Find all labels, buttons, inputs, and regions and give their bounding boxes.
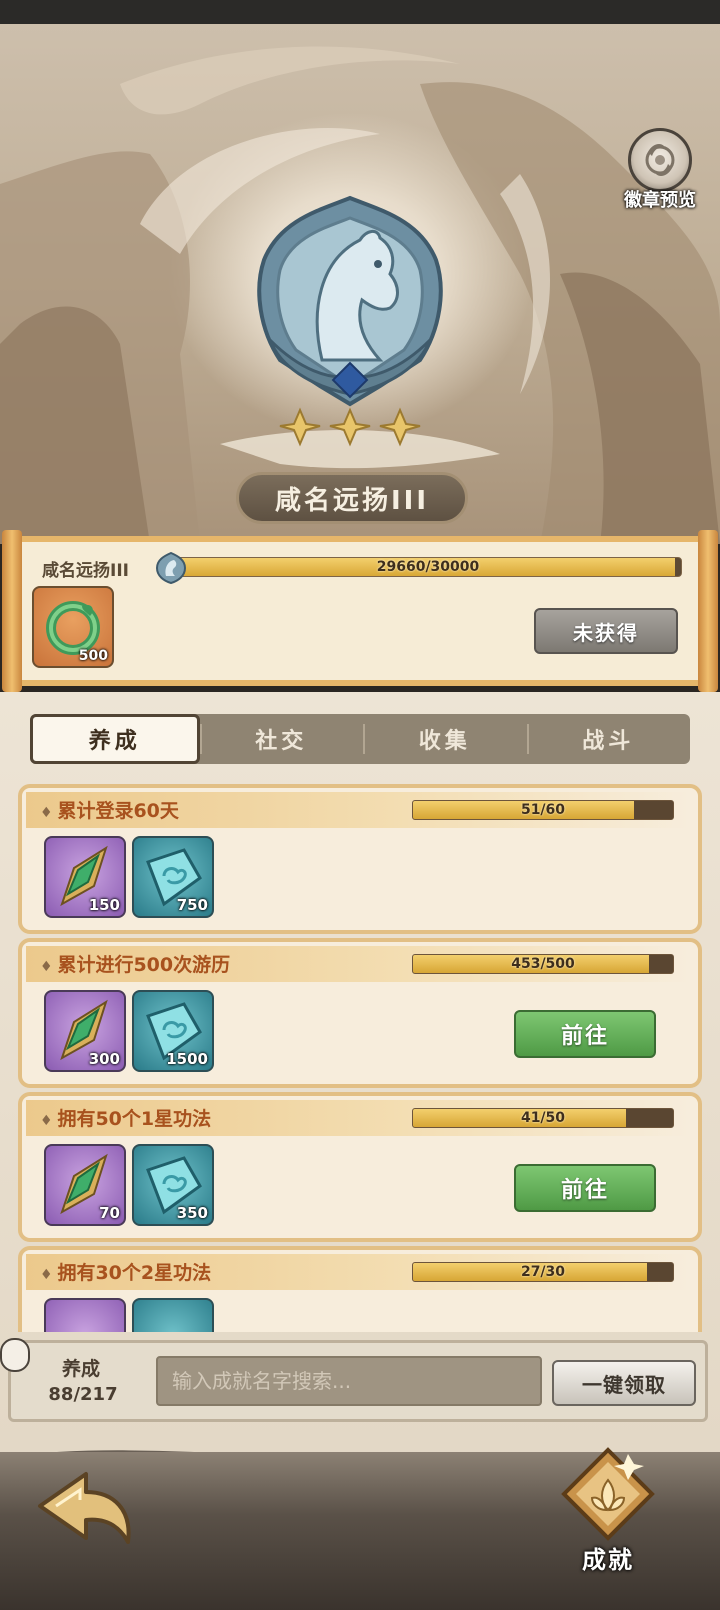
back-arrow-icon[interactable]: [30, 1466, 140, 1556]
not-obtained-button[interactable]: 未获得: [534, 608, 678, 654]
achievement-nav-label: 成就: [582, 1546, 634, 1574]
achievement-title: 拥有30个2星功法: [40, 1258, 211, 1285]
badge-progress-bar: 29660/30000: [174, 557, 682, 577]
achievement-progress-text: 41/50: [520, 1110, 566, 1126]
achievement-card: 拥有30个2星功法 27/30: [18, 1246, 702, 1332]
category-name: 养成: [61, 1358, 100, 1380]
reward-item-green-shard[interactable]: [44, 1298, 126, 1332]
category-count: 88/217: [48, 1384, 118, 1405]
achievement-card: 累计登录60天 51/60 150 750: [18, 784, 702, 934]
reward-count: 1500: [166, 1050, 208, 1068]
achievement-card: 拥有50个1星功法 41/50 70 350 前往: [18, 1092, 702, 1242]
reward-count: 750: [176, 896, 208, 914]
reward-count: 70: [99, 1204, 120, 1222]
achievement-lotus-icon: [561, 1447, 655, 1541]
scroll-rod-left: [2, 530, 22, 692]
achievement-card: 累计进行500次游历 453/500 300 1500 前往: [18, 938, 702, 1088]
achievement-title: 拥有50个1星功法: [40, 1104, 211, 1131]
achievement-progress-text: 453/500: [511, 956, 575, 972]
tab-collection[interactable]: 收集: [363, 714, 527, 764]
reward-count: 350: [176, 1204, 208, 1222]
reward-item-cloud-stone[interactable]: [132, 1298, 214, 1332]
achievement-title: 累计进行500次游历: [40, 950, 230, 977]
scroll-rod-right: [698, 530, 718, 692]
achievement-search-input[interactable]: [156, 1356, 542, 1406]
badge-preview-label: 徽章预览: [624, 190, 696, 211]
reward-count: 300: [88, 1050, 120, 1068]
jade-reward-count: 500: [78, 648, 108, 664]
go-button[interactable]: 前往: [514, 1010, 656, 1058]
reward-count: 150: [88, 896, 120, 914]
go-button[interactable]: 前往: [514, 1164, 656, 1212]
tab-social[interactable]: 社交: [199, 714, 364, 764]
reward-item-green-shard[interactable]: 70: [44, 1144, 126, 1226]
achievement-title: 累计登录60天: [40, 796, 178, 823]
category-tabs: 养成 社交 收集 战斗: [30, 714, 690, 764]
reward-item-cloud-stone[interactable]: 750: [132, 836, 214, 918]
achievement-list[interactable]: 累计登录60天 51/60 150 750 累计进行500次游历 453/500: [14, 780, 706, 1332]
reward-item-cloud-stone[interactable]: 350: [132, 1144, 214, 1226]
chat-bubble-icon[interactable]: [0, 1338, 30, 1372]
badge-preview-button[interactable]: 徽章预览: [620, 128, 700, 212]
badge-progress-text: 29660/30000: [376, 559, 480, 575]
badge-name-label: 咸名远扬III: [42, 561, 129, 581]
achievement-progress-bar: 51/60: [412, 800, 674, 820]
achievement-progress-text: 27/30: [520, 1264, 566, 1280]
reward-item-green-shard[interactable]: 150: [44, 836, 126, 918]
tab-cultivation[interactable]: 养成: [30, 714, 200, 764]
tab-battle[interactable]: 战斗: [526, 714, 691, 764]
reward-item-green-shard[interactable]: 300: [44, 990, 126, 1072]
horse-badge-emblem: [257, 195, 443, 447]
achievement-progress-bar: 453/500: [412, 954, 674, 974]
status-bar: [0, 0, 720, 24]
achievement-progress-bar: 41/50: [412, 1108, 674, 1128]
jade-reward-item[interactable]: 500: [32, 586, 114, 668]
claim-all-button[interactable]: 一键领取: [552, 1360, 696, 1406]
reward-item-cloud-stone[interactable]: 1500: [132, 990, 214, 1072]
badge-preview-icon: [628, 128, 692, 192]
achievement-nav-button[interactable]: 成就: [548, 1440, 668, 1590]
achievement-progress-bar: 27/30: [412, 1262, 674, 1282]
badge-title: 咸名远扬III: [236, 472, 468, 524]
achievement-progress-text: 51/60: [520, 802, 566, 818]
mini-horse-emblem-icon: [156, 552, 186, 584]
